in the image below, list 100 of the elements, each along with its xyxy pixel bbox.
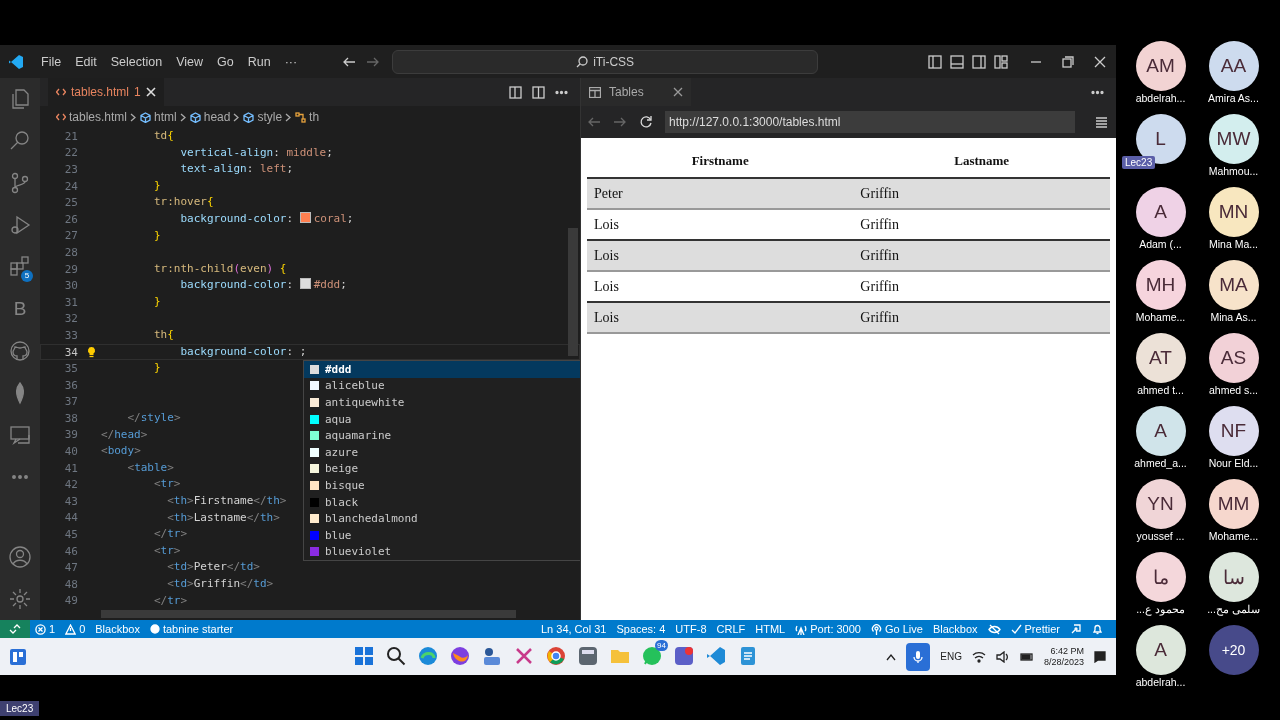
battery-icon[interactable] <box>1019 650 1034 663</box>
status-item[interactable]: HTML <box>750 623 791 635</box>
clock[interactable]: 6:42 PM 8/28/2023 <box>1043 645 1084 668</box>
suggestion-item[interactable]: blanchedalmond <box>304 510 580 527</box>
split-editor-icon[interactable] <box>532 85 545 99</box>
line-number: 35 <box>63 362 78 376</box>
close-icon[interactable] <box>1094 55 1106 68</box>
status-item[interactable]: UTF-8 <box>670 623 712 635</box>
wifi-icon[interactable] <box>971 650 986 663</box>
avatar[interactable]: AA <box>1208 41 1259 91</box>
avatar[interactable]: NF <box>1208 406 1259 456</box>
fox-globe-icon[interactable] <box>449 645 471 667</box>
avatar[interactable]: +20 <box>1208 625 1259 675</box>
suggestion-item[interactable]: blueviolet <box>304 543 580 561</box>
calculator-icon[interactable] <box>577 645 599 667</box>
avatar[interactable]: MN <box>1208 187 1259 237</box>
suggestion-item[interactable]: black <box>304 493 580 511</box>
code-editor-icon[interactable] <box>705 645 727 667</box>
menu-icon[interactable] <box>1095 116 1108 128</box>
suggestion-item[interactable]: #ddd <box>304 361 580 378</box>
reload-icon[interactable] <box>639 115 653 129</box>
chat-icon[interactable] <box>8 423 32 447</box>
breadcrumb-item[interactable]: th <box>295 110 320 124</box>
menu-item[interactable]: Edit <box>68 54 104 69</box>
avatar[interactable]: A <box>1135 406 1186 456</box>
settings-icon[interactable] <box>8 587 32 611</box>
scrollbar[interactable] <box>101 610 516 618</box>
menu-item[interactable]: File <box>34 54 69 69</box>
status-item[interactable]: Port: 3000 <box>790 623 866 635</box>
account-icon[interactable] <box>8 545 32 569</box>
remote-button[interactable] <box>0 620 30 638</box>
url-field[interactable]: http://127.0.0.1:3000/tables.html <box>665 111 1075 133</box>
avatar[interactable]: MA <box>1208 260 1259 310</box>
avatar[interactable]: A <box>1135 625 1186 675</box>
avatar[interactable]: A <box>1135 187 1186 237</box>
avatar[interactable]: ما <box>1135 552 1186 602</box>
lightbulb-icon[interactable] <box>86 345 97 358</box>
status-item[interactable]: 1 <box>30 623 61 635</box>
menu-item[interactable]: ··· <box>277 54 305 69</box>
forward-arrow-icon[interactable] <box>613 115 627 129</box>
avatar[interactable]: AM <box>1135 41 1186 91</box>
people-app-icon[interactable] <box>481 645 503 667</box>
menu-item[interactable]: Go <box>210 54 241 69</box>
avatar[interactable]: AT <box>1135 333 1186 383</box>
circle-app-icon[interactable] <box>545 645 567 667</box>
menu-item[interactable]: Selection <box>103 54 170 69</box>
browser-tab[interactable]: Tables <box>581 78 691 106</box>
scrollbar[interactable] <box>568 228 578 356</box>
panel-layout-icon[interactable] <box>950 54 964 69</box>
language-indicator[interactable]: ENG <box>940 651 962 662</box>
swirl-app-icon[interactable] <box>417 645 439 667</box>
status-item[interactable]: Spaces: 4 <box>611 623 671 635</box>
avatar[interactable]: MW <box>1208 114 1259 164</box>
suggestion-item[interactable]: aquamarine <box>304 427 580 444</box>
open-preview-icon[interactable] <box>509 85 522 99</box>
search-icon[interactable] <box>386 646 406 666</box>
status-item[interactable]: Blackbox <box>90 623 145 635</box>
command-center-search[interactable]: iTi-CSS <box>392 49 819 74</box>
breadcrumb-item[interactable]: style <box>243 110 283 124</box>
speaker-icon[interactable] <box>995 650 1010 663</box>
status-item[interactable]: Go Live <box>865 623 928 635</box>
run-debug-icon[interactable] <box>8 213 32 237</box>
notification-icon[interactable] <box>1094 650 1106 663</box>
avatar[interactable]: YN <box>1135 479 1186 529</box>
widgets-icon[interactable] <box>9 647 27 666</box>
menu-item[interactable]: View <box>169 54 210 69</box>
status-item[interactable]: Ln 34, Col 31 <box>536 623 612 635</box>
suggestion-item[interactable]: aqua <box>304 410 580 428</box>
chevron-up-icon[interactable] <box>886 652 897 661</box>
restore-icon[interactable] <box>1062 55 1074 68</box>
team-app-icon[interactable] <box>673 645 695 667</box>
menu-item[interactable]: Run <box>240 54 278 69</box>
activity-letter[interactable]: B <box>13 298 27 320</box>
split-layout-icon[interactable] <box>972 54 986 69</box>
suggestion-item[interactable]: blue <box>304 526 580 544</box>
code-file-icon <box>56 112 66 122</box>
grid-layout-icon[interactable] <box>994 54 1008 69</box>
status-item[interactable]: 0 <box>60 623 91 635</box>
status-item[interactable]: CRLF <box>711 623 751 635</box>
avatar[interactable]: MH <box>1135 260 1186 310</box>
avatar[interactable]: سا <box>1208 552 1259 602</box>
status-item[interactable]: tabnine starter <box>144 623 239 635</box>
suggestion-item[interactable]: aliceblue <box>304 377 580 395</box>
microphone-button[interactable] <box>906 642 931 671</box>
breadcrumb-item[interactable]: tables.html <box>56 110 128 124</box>
start-icon[interactable] <box>354 646 374 666</box>
avatar[interactable]: AS <box>1208 333 1259 383</box>
avatar[interactable]: MM <box>1208 479 1259 529</box>
extensions-icon[interactable] <box>8 255 32 279</box>
suggestion-item[interactable]: azure <box>304 443 580 461</box>
status-item[interactable]: Prettier <box>1005 623 1065 635</box>
status-item[interactable]: Blackbox <box>927 623 983 635</box>
sidebar-layout-icon[interactable] <box>928 54 942 69</box>
suggestion-item[interactable]: bisque <box>304 477 580 494</box>
breadcrumb-item[interactable]: head <box>189 110 231 124</box>
suggestion-item[interactable]: antiquewhite <box>304 394 580 411</box>
close-icon[interactable] <box>673 87 683 97</box>
breadcrumb-item[interactable]: html <box>140 110 177 124</box>
editor-tab[interactable]: tables.html 1 <box>48 78 164 106</box>
suggestion-item[interactable]: beige <box>304 460 580 478</box>
